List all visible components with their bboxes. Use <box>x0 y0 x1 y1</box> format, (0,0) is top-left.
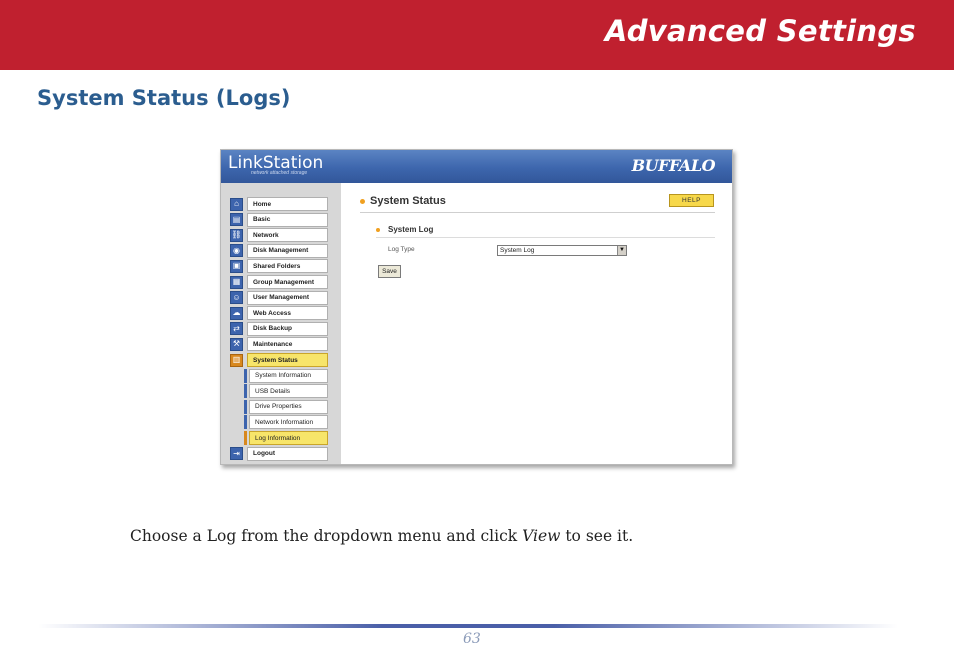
submenu-item-system-information[interactable]: System Information <box>249 368 328 383</box>
subsection-title: System Log <box>388 225 434 234</box>
sidebar-item-label[interactable]: System Status <box>247 353 328 367</box>
system-status-icon: ▥ <box>230 353 243 367</box>
log-type-value: System Log <box>500 247 535 254</box>
sidebar-item-label[interactable]: User Management <box>247 290 328 305</box>
sidebar-item-group-management[interactable]: ▦ <box>230 275 243 289</box>
sidebar-item-label[interactable]: Disk Backup <box>247 321 328 336</box>
title-divider <box>360 212 715 213</box>
caption: Choose a Log from the dropdown menu and … <box>130 527 633 545</box>
page-number: 63 <box>463 631 481 647</box>
network-icon: ⛓ <box>230 228 243 242</box>
logo-subtitle: network attached storage <box>251 170 308 176</box>
submenu-marker-icon <box>244 368 247 383</box>
page-banner: Advanced Settings <box>0 0 954 70</box>
app-header: LinkStation network attached storage BUF… <box>221 150 732 183</box>
sidebar-item-label[interactable]: Home <box>247 197 328 211</box>
sidebar-item-logout[interactable]: ⇥ <box>230 447 243 461</box>
submenu-marker-icon <box>244 415 247 430</box>
subtitle-bullet-icon <box>376 228 380 232</box>
caption-text-after: to see it. <box>560 527 634 545</box>
sidebar-item-home[interactable]: ⌂ <box>230 197 243 211</box>
screenshot-frame: LinkStation network attached storage BUF… <box>220 149 733 465</box>
sidebar-item-system-status[interactable]: ▥ <box>230 353 243 367</box>
submenu-marker-icon <box>244 384 247 399</box>
user-icon: ☺ <box>230 291 243 305</box>
sidebar-item-web-access[interactable]: ☁ <box>230 306 243 320</box>
sidebar-item-disk-backup[interactable]: ⇄ <box>230 322 243 336</box>
sidebar-item-label[interactable]: Basic <box>247 212 328 227</box>
buffalo-brand: BUFFALO <box>631 156 716 175</box>
sidebar-item-shared-folders[interactable]: ▣ <box>230 259 243 273</box>
sidebar-item-label[interactable]: Disk Management <box>247 243 328 258</box>
submenu-item-drive-properties[interactable]: Drive Properties <box>249 399 328 414</box>
disk-icon: ◉ <box>230 244 243 258</box>
shared-folder-icon: ▣ <box>230 259 243 273</box>
sidebar-item-label[interactable]: Network <box>247 228 328 243</box>
save-button[interactable]: Save <box>378 265 401 278</box>
dropdown-arrow-icon[interactable]: ▼ <box>617 246 626 255</box>
sidebar-item-label[interactable]: Maintenance <box>247 337 328 352</box>
sidebar: ⌂ Home ▤ Basic ⛓ Network ◉ Disk Management ▣ Shar… <box>221 183 341 464</box>
house-icon: ⌂ <box>230 197 243 211</box>
sidebar-item-label[interactable]: Logout <box>247 446 328 461</box>
content-title: System Status <box>370 195 446 207</box>
log-type-label: Log Type <box>388 246 415 253</box>
sidebar-item-disk-management[interactable]: ◉ <box>230 244 243 258</box>
submenu-marker-icon <box>244 399 247 414</box>
sidebar-item-basic[interactable]: ▤ <box>230 213 243 227</box>
caption-emphasis: View <box>522 527 561 545</box>
sidebar-item-label[interactable]: Shared Folders <box>247 259 328 274</box>
help-button[interactable]: HELP <box>669 194 714 207</box>
submenu-marker-icon <box>244 431 247 445</box>
web-access-icon: ☁ <box>230 306 243 320</box>
submenu-item-log-information[interactable]: Log Information <box>249 431 328 445</box>
banner-title: Advanced Settings <box>604 14 916 48</box>
basic-settings-icon: ▤ <box>230 213 243 227</box>
sidebar-item-label[interactable]: Group Management <box>247 275 328 289</box>
log-type-select[interactable]: System Log ▼ <box>497 245 627 256</box>
sidebar-item-user-management[interactable]: ☺ <box>230 291 243 305</box>
sidebar-item-maintenance[interactable]: ⚒ <box>230 337 243 351</box>
backup-icon: ⇄ <box>230 322 243 336</box>
section-title: System Status (Logs) <box>37 86 291 110</box>
sidebar-item-label[interactable]: Web Access <box>247 306 328 321</box>
content-panel: System Status HELP System Log Log Type S… <box>341 183 732 464</box>
sidebar-item-network[interactable]: ⛓ <box>230 228 243 242</box>
maintenance-icon: ⚒ <box>230 337 243 351</box>
subsection-divider <box>376 237 715 238</box>
submenu-item-usb-details[interactable]: USB Details <box>249 384 328 399</box>
submenu-item-network-information[interactable]: Network Information <box>249 415 328 430</box>
caption-text-before: Choose a Log from the dropdown menu and … <box>130 527 523 545</box>
title-bullet-icon <box>360 199 365 204</box>
logout-icon: ⇥ <box>230 447 243 461</box>
group-icon: ▦ <box>230 275 243 289</box>
footer-rule <box>38 624 898 628</box>
